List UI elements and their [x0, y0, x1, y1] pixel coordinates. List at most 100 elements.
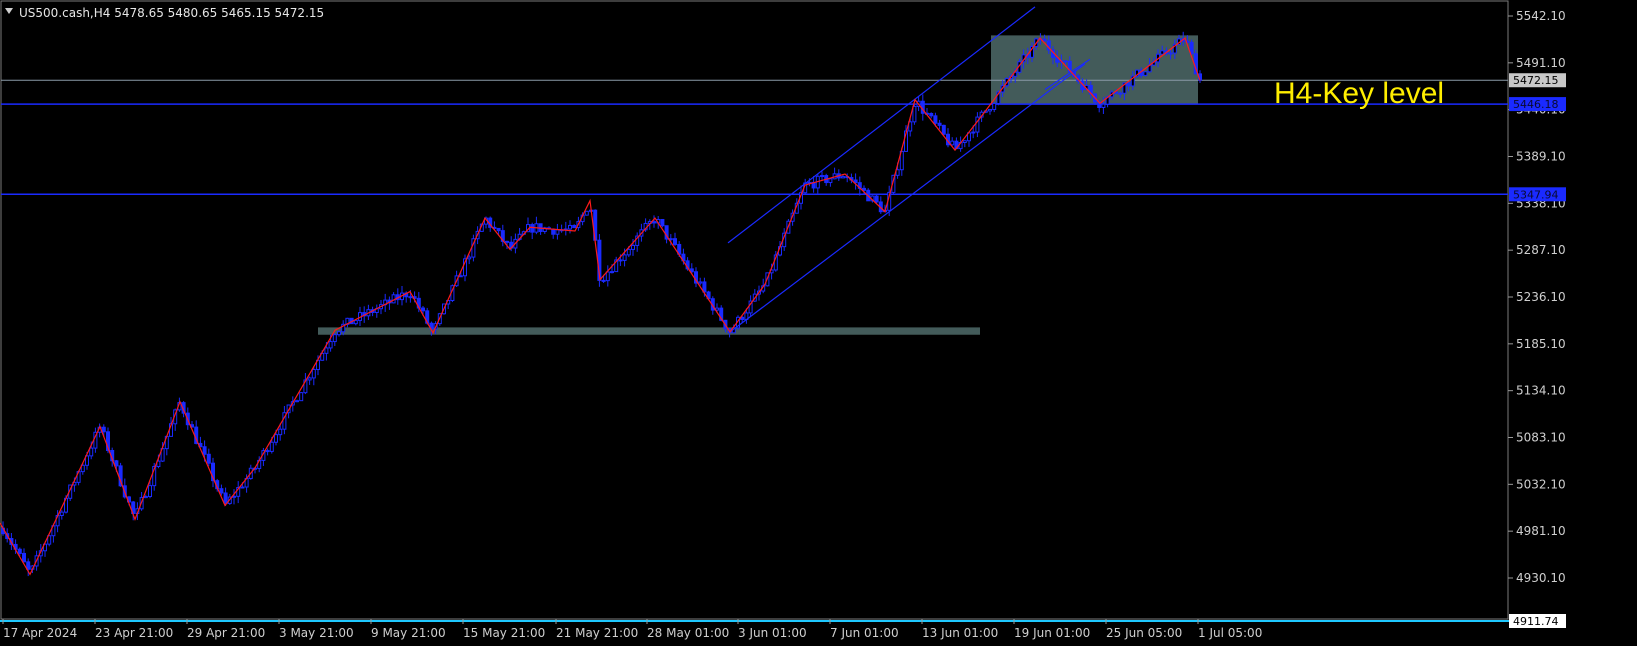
y-tick-label: 5083.10	[1516, 431, 1566, 445]
candle-body	[622, 254, 627, 261]
candle-body	[391, 294, 396, 304]
candle-body	[941, 124, 946, 135]
candle-body	[962, 140, 967, 144]
candle-body	[101, 426, 106, 433]
candle-body	[295, 400, 299, 403]
y-tick-label: 5134.10	[1516, 384, 1566, 398]
candle-body	[601, 279, 606, 282]
candle	[584, 210, 589, 216]
candle-body	[219, 488, 224, 494]
candle-body	[1063, 60, 1068, 63]
x-tick-label: 9 May 21:00	[371, 626, 446, 640]
candle-body	[626, 248, 631, 256]
candle-body	[59, 511, 64, 516]
y-tick-label: 5389.10	[1516, 150, 1566, 164]
candle	[471, 234, 476, 262]
mid-level-tag: 5347.94	[1509, 187, 1566, 202]
candle-body	[1126, 82, 1131, 87]
candle-body	[1143, 71, 1148, 76]
candle-body	[1160, 50, 1165, 55]
y-tick-label: 5491.10	[1516, 56, 1566, 70]
x-tick-label: 17 Apr 2024	[3, 626, 77, 640]
y-tick-label: 4930.10	[1516, 571, 1566, 585]
y-tick-label: 5287.10	[1516, 243, 1566, 257]
candle-body	[278, 428, 283, 436]
x-tick-label: 19 Jun 01:00	[1014, 626, 1090, 640]
candle-body	[265, 450, 270, 453]
zone-rect	[318, 327, 980, 335]
candle-body	[1168, 52, 1173, 55]
candle-body	[337, 331, 341, 336]
candle-body	[274, 434, 278, 443]
candle-body	[148, 485, 152, 498]
candle-body	[324, 347, 329, 354]
candle-body	[937, 122, 942, 126]
candle-body	[1042, 38, 1047, 42]
candle-body	[143, 496, 148, 499]
candle-body	[828, 178, 833, 184]
candle-body	[874, 195, 879, 203]
candle-body	[820, 175, 824, 178]
bottom-price-tag-label: 4911.74	[1513, 615, 1559, 628]
key-level-annotation: H4-Key level	[1274, 77, 1444, 110]
current-price-tag-label: 5472.15	[1513, 74, 1559, 87]
candle-body	[328, 341, 333, 349]
candle-body	[311, 368, 316, 379]
mid-level-tag-label: 5347.94	[1513, 188, 1559, 201]
x-tick-label: 25 Jun 05:00	[1106, 626, 1182, 640]
candle-body	[1118, 92, 1123, 95]
candle-body	[618, 259, 623, 262]
candle-body	[467, 256, 472, 260]
candle-body	[631, 244, 635, 250]
x-tick-label: 21 May 21:00	[556, 626, 638, 640]
y-tick-label: 5236.10	[1516, 290, 1566, 304]
candle-body	[568, 224, 572, 230]
bottom-price-tag: 4911.74	[1509, 614, 1566, 628]
candle-body	[22, 552, 26, 563]
x-tick-label: 29 Apr 21:00	[187, 626, 265, 640]
y-axis: 5542.105491.105440.105389.105338.105287.…	[1508, 9, 1566, 585]
candle-body	[673, 238, 677, 245]
candle-body	[971, 131, 976, 134]
candle-body	[698, 281, 703, 284]
candle-body	[421, 307, 425, 312]
candle-body	[202, 446, 207, 455]
candle-body	[458, 275, 463, 278]
candle-body	[408, 296, 413, 299]
x-tick-label: 7 Jun 01:00	[830, 626, 899, 640]
x-tick-label: 23 Apr 21:00	[95, 626, 173, 640]
candle-body	[988, 108, 992, 112]
candle-body	[240, 486, 245, 489]
candle-body	[929, 113, 934, 117]
upper-level-tag: 5446.18	[1509, 97, 1566, 112]
candle-body	[950, 140, 955, 146]
candle-body	[206, 453, 211, 464]
candle-body	[299, 392, 304, 402]
candle-body	[652, 221, 656, 224]
x-tick-label: 3 Jun 01:00	[738, 626, 807, 640]
candle	[660, 218, 665, 228]
x-tick-label: 3 May 21:00	[279, 626, 354, 640]
y-tick-label: 5032.10	[1516, 477, 1566, 491]
x-tick-label: 15 May 21:00	[463, 626, 545, 640]
x-tick-label: 28 May 01:00	[647, 626, 729, 640]
candle-body	[17, 548, 22, 554]
candle-body	[912, 105, 917, 123]
candle-body	[862, 187, 866, 191]
symbol-info: US500.cash,H4 5478.65 5480.65 5465.15 54…	[19, 6, 324, 20]
candle-body	[530, 224, 535, 233]
upper-level-tag-label: 5446.18	[1513, 98, 1559, 111]
candle-body	[992, 102, 997, 110]
candle	[299, 392, 304, 402]
price-chart[interactable]: 5542.105491.105440.105389.105338.105287.…	[0, 0, 1637, 646]
candle-body	[353, 319, 358, 325]
candle-body	[307, 377, 312, 381]
candle-body	[26, 561, 31, 570]
candle-body	[660, 218, 665, 227]
candle-body	[555, 229, 560, 235]
candle-body	[605, 271, 610, 282]
candle-body	[933, 115, 938, 124]
candle-body	[114, 460, 119, 467]
candle-body	[610, 271, 614, 274]
candle-body	[572, 224, 577, 229]
